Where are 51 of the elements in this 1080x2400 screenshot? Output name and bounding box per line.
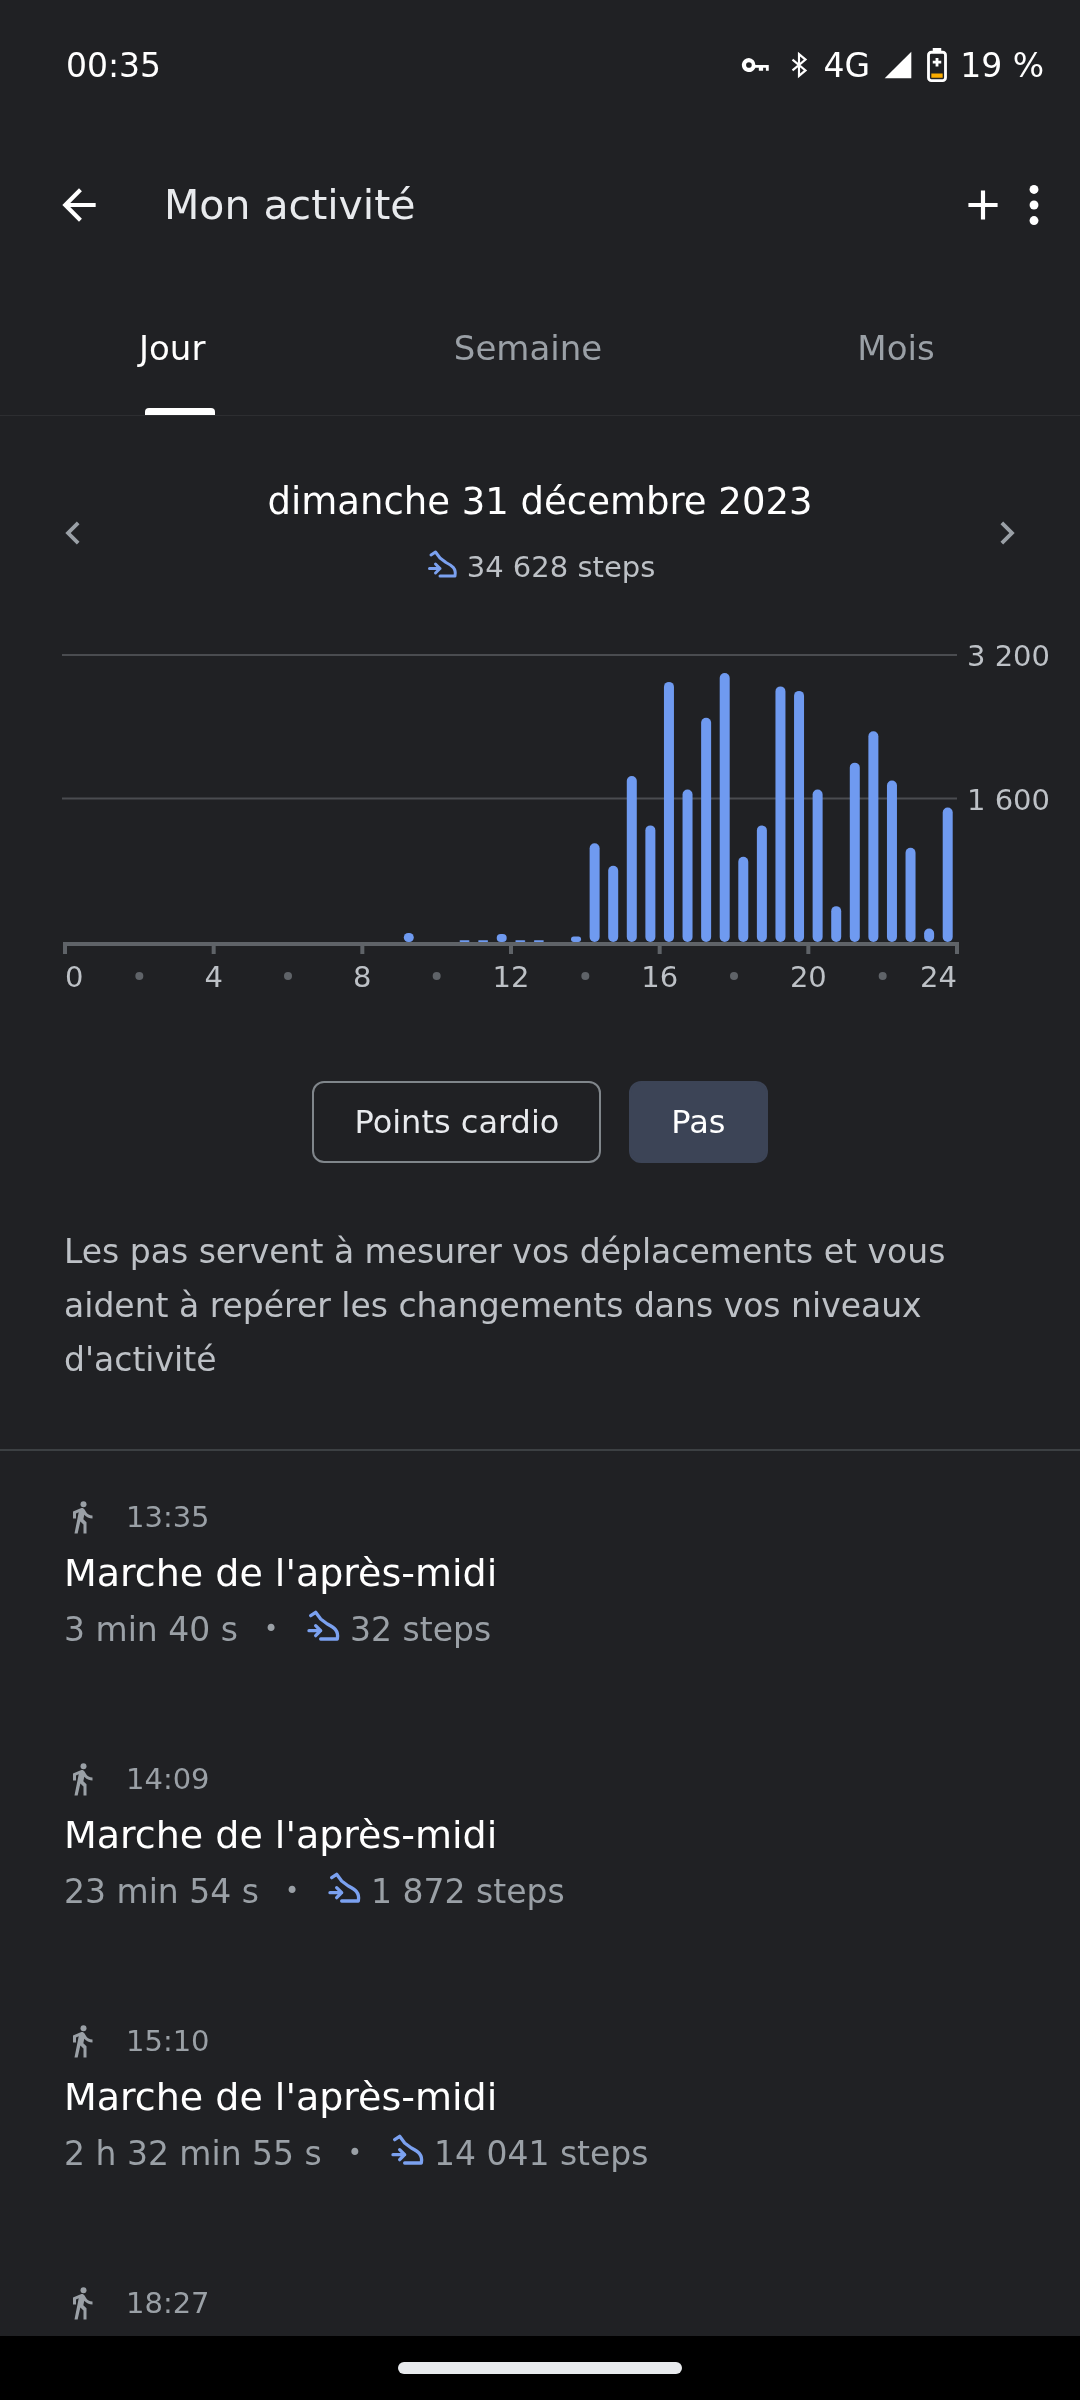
bar xyxy=(403,933,414,942)
activity-title[interactable]: Marche de l'après-midi xyxy=(64,1551,1016,1595)
activity-title[interactable]: Marche de l'après-midi xyxy=(64,2075,1016,2119)
activity-time: 13:35 xyxy=(126,1500,210,1534)
minor-tick-dot xyxy=(432,972,441,980)
gesture-handle[interactable] xyxy=(398,2362,682,2374)
activity-steps: 14 041 steps xyxy=(433,2133,649,2173)
metric-toggle-button[interactable]: Pas xyxy=(629,1081,768,1163)
minor-tick-dot xyxy=(581,972,590,980)
activity-duration: 23 min 54 s xyxy=(64,1871,259,1911)
tab[interactable]: Jour xyxy=(14,280,344,415)
minor-tick-dot xyxy=(878,972,887,980)
minor-tick-dot xyxy=(135,972,144,980)
minor-tick-dot xyxy=(730,972,738,980)
tab[interactable]: Mois xyxy=(712,280,1080,415)
bar xyxy=(571,936,582,942)
activity-title[interactable]: Marche de l'après-midi xyxy=(64,1813,1016,1857)
x-tick-label: 8 xyxy=(353,960,372,994)
x-tick-label: 0 xyxy=(65,960,84,994)
bar xyxy=(831,906,842,942)
battery-level: 19 % xyxy=(960,45,1044,85)
x-tick-label: 16 xyxy=(641,960,679,994)
metric-toggle-button[interactable]: Points cardio xyxy=(312,1081,602,1163)
separator-dot: • xyxy=(263,1615,279,1643)
activity-time: 18:27 xyxy=(126,2286,210,2320)
tab[interactable]: Semaine xyxy=(344,280,712,415)
clock: 00:35 xyxy=(66,45,162,85)
x-tick-label: 24 xyxy=(920,960,957,994)
bar xyxy=(924,928,935,942)
activity-duration: 3 min 40 s xyxy=(64,1609,238,1649)
date-title: dimanche 31 décembre 2023 xyxy=(267,480,813,523)
description-text: Les pas servent à mesurer vos déplacements et vous aident à repérer les changements dans vos niveaux d'activité xyxy=(63,1231,947,1381)
y-tick-label: 1 600 xyxy=(967,782,1051,817)
more-vertical-icon xyxy=(1028,185,1040,225)
separator-dot: • xyxy=(347,2139,362,2167)
bar xyxy=(496,933,507,942)
activity-duration: 2 h 32 min 55 s xyxy=(64,2133,322,2173)
activity-time: 14:09 xyxy=(126,1762,210,1796)
x-tick-label: 4 xyxy=(204,960,223,994)
minor-tick-dot xyxy=(284,972,292,980)
separator-dot: • xyxy=(284,1877,300,1905)
network-type: 4G xyxy=(823,45,871,85)
x-tick-label: 20 xyxy=(789,960,827,994)
activity-time: 15:10 xyxy=(126,2024,210,2058)
activity-steps: 1 872 steps xyxy=(371,1871,565,1911)
activity-steps: 32 steps xyxy=(350,1609,492,1649)
x-tick-label: 12 xyxy=(492,960,530,994)
screen-title: Mon activité xyxy=(164,181,417,229)
battery-icon xyxy=(926,48,949,82)
y-tick-label: 3 200 xyxy=(967,639,1051,673)
total-steps: 34 628 steps xyxy=(466,550,656,584)
